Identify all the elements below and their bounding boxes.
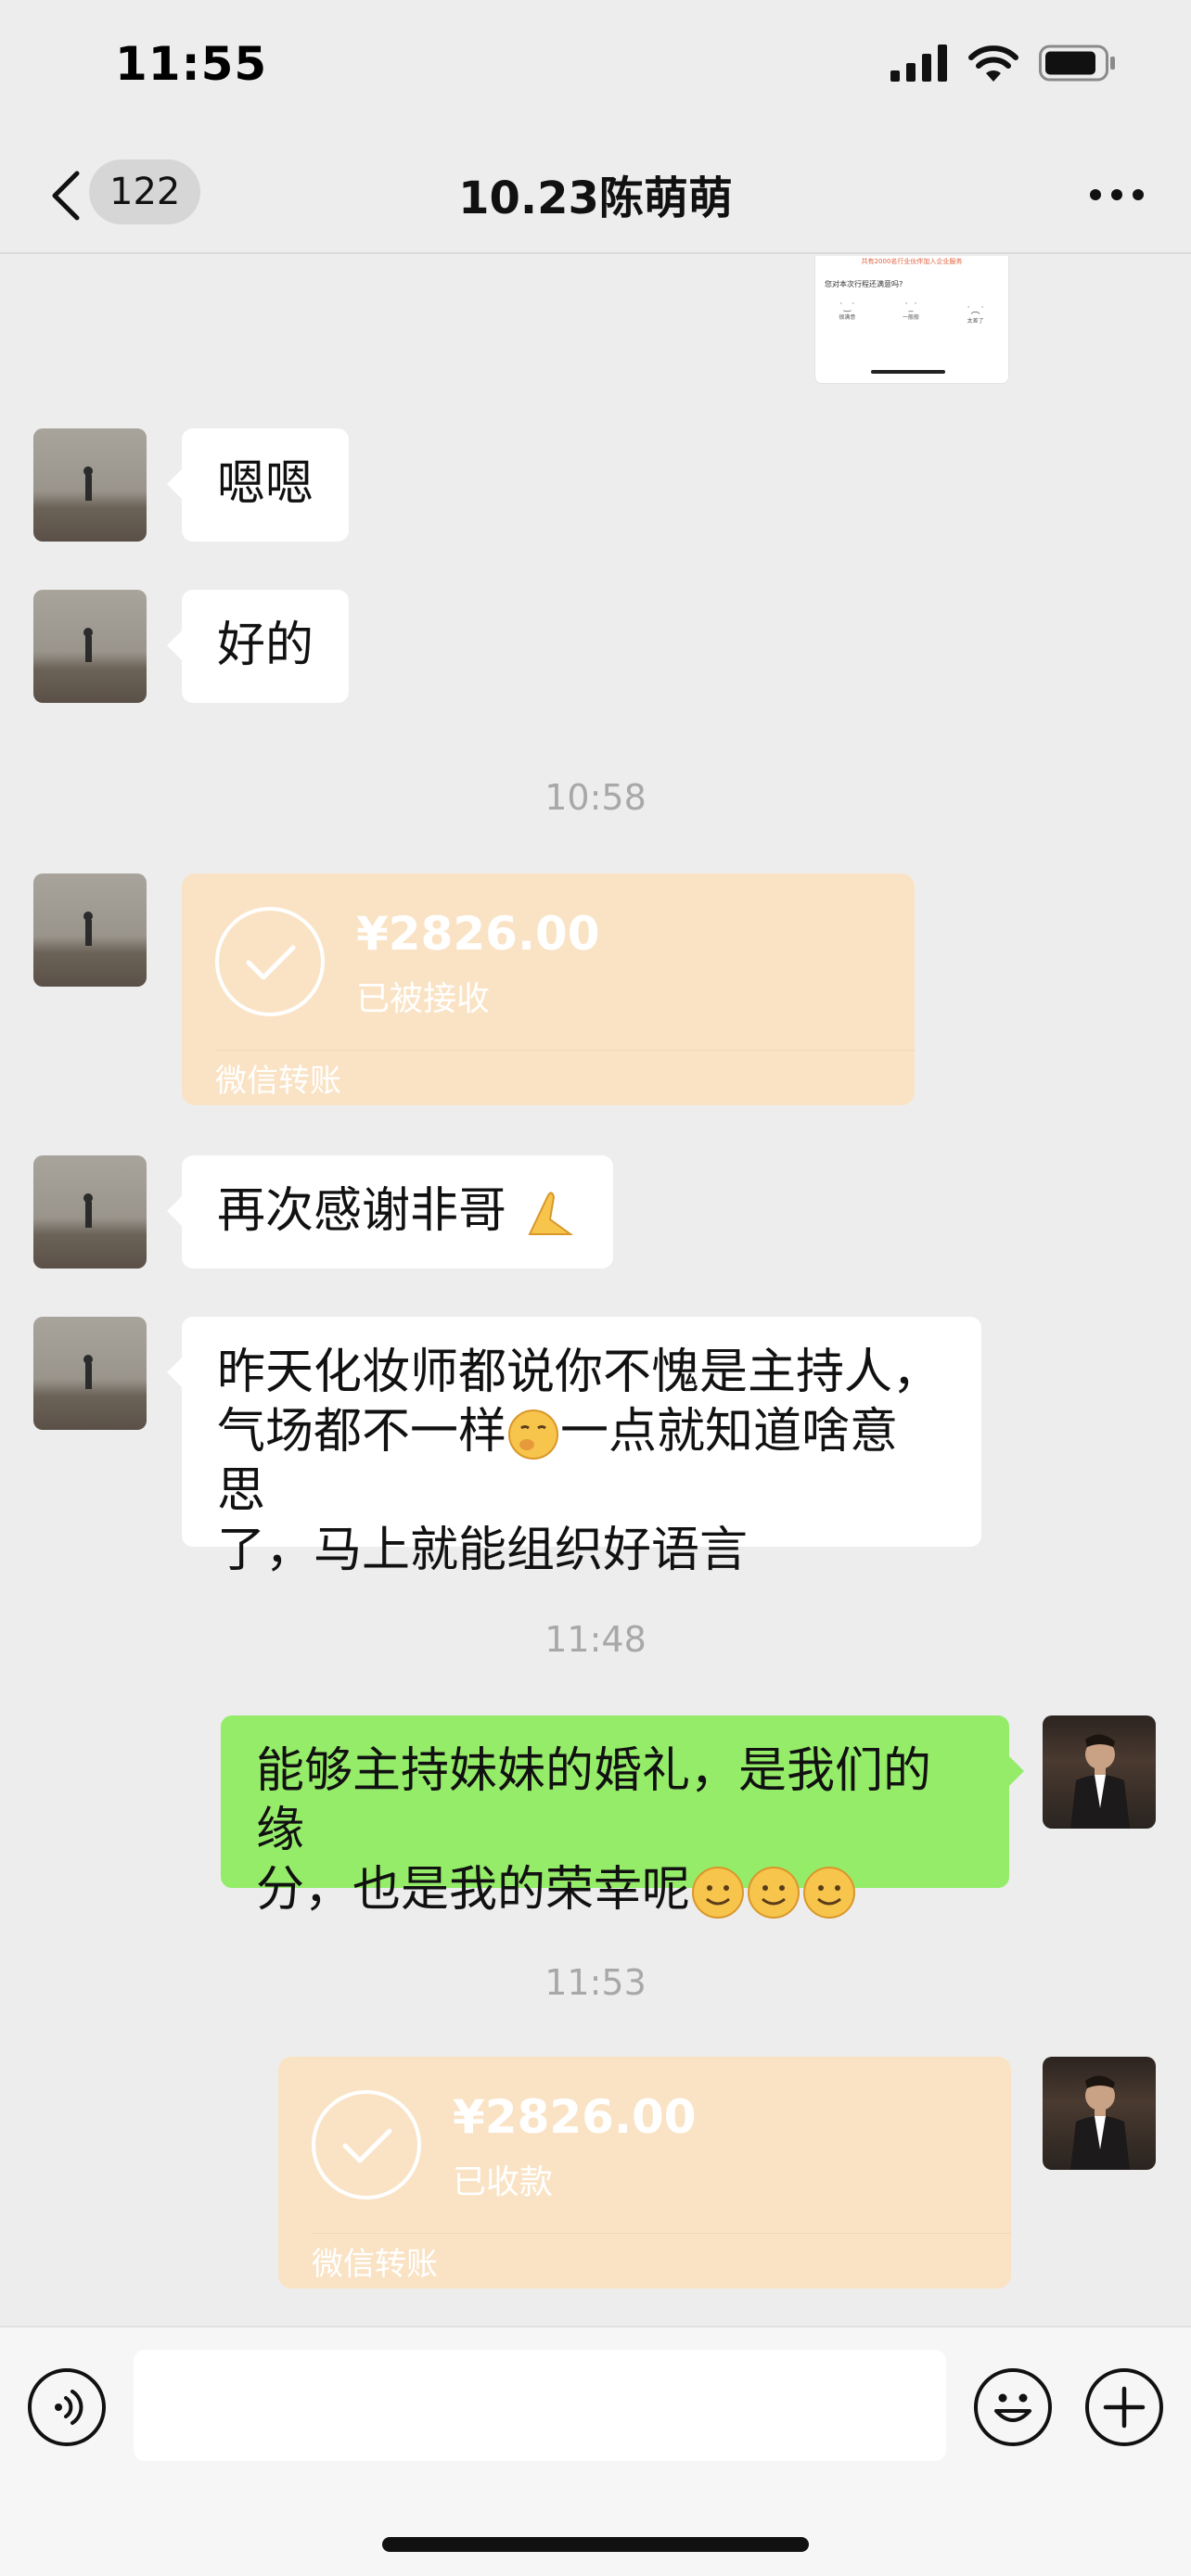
transfer-amount: ¥2826.00 xyxy=(356,907,600,961)
message-text-line: 气场都不一样 一点就知道啥意思 xyxy=(217,1402,946,1521)
nav-bar: 122 10.23陈萌萌 xyxy=(0,139,1191,254)
smiling-face-emoji-icon xyxy=(748,1867,800,1919)
message-text-line: 了，马上就能组织好语言 xyxy=(217,1523,749,1578)
yawning-face-emoji-icon xyxy=(508,1409,559,1460)
message-text: 嗯嗯 xyxy=(217,456,314,512)
smiley-icon xyxy=(994,2393,1031,2422)
my-avatar[interactable] xyxy=(1043,2057,1156,2170)
my-avatar[interactable] xyxy=(1043,1715,1156,1829)
avatar-person-icon xyxy=(1070,1734,1130,1829)
message-text-line: 昨天化妆师都说你不愧是主持人， xyxy=(217,1345,941,1400)
pray-hands-emoji-icon xyxy=(527,1192,573,1235)
status-icons xyxy=(890,45,1117,82)
contact-avatar[interactable] xyxy=(33,590,147,703)
thumbnail-header: 共有2000名行业伙伴加入企业服务 xyxy=(861,258,963,265)
thumbnail-slider-bar xyxy=(871,370,945,374)
voice-input-button[interactable] xyxy=(28,2368,106,2446)
transfer-label: 微信转账 xyxy=(215,1063,341,1100)
message-text-line: 能够主持妹妹的婚礼，是我们的缘 xyxy=(256,1743,932,1858)
smiling-face-emoji-icon xyxy=(803,1867,856,1919)
thumbnail-question: 您对本次行程还满意吗? xyxy=(825,280,903,288)
contact-avatar[interactable] xyxy=(33,1317,147,1430)
message-bubble-incoming[interactable]: 嗯嗯 xyxy=(166,428,350,542)
message-timestamp: 10:58 xyxy=(544,777,647,818)
more-actions-button[interactable] xyxy=(1085,2368,1163,2446)
transfer-label: 微信转账 xyxy=(312,2246,438,2283)
transfer-card[interactable]: ¥2826.00 已收款 微信转账 xyxy=(278,2057,1011,2289)
home-indicator xyxy=(382,2537,809,2552)
battery-icon xyxy=(1039,45,1115,82)
message-text: 再次感谢非哥 xyxy=(217,1183,507,1239)
thumbnail-options: ˙‿˙ 很满意 ˙_˙ 一般般 ˙︵˙ 太差了 xyxy=(815,302,1008,325)
more-dot-icon xyxy=(1090,189,1101,200)
voice-wave-icon xyxy=(55,2390,83,2425)
chat-title: 10.23陈萌萌 xyxy=(458,172,733,224)
contact-avatar[interactable] xyxy=(33,428,147,542)
transfer-card[interactable]: ¥2826.00 已被接收 微信转账 xyxy=(182,874,915,1105)
image-message-thumbnail[interactable]: 共有2000名行业伙伴加入企业服务 您对本次行程还满意吗? ˙‿˙ 很满意 ˙_… xyxy=(814,256,1009,384)
transfer-status: 已收款 xyxy=(453,2163,554,2201)
plus-icon xyxy=(1103,2386,1146,2429)
message-text-line: 分，也是我的荣幸呢 xyxy=(256,1860,974,1920)
transfer-status: 已被接收 xyxy=(356,980,491,1018)
avatar-figure-icon xyxy=(83,628,93,662)
message-bubble-outgoing[interactable]: 能够主持妹妹的婚礼，是我们的缘 分，也是我的荣幸呢 xyxy=(221,1715,1024,1919)
avatar-figure-icon xyxy=(83,912,93,946)
thumbnail-option: ˙‿˙ 很满意 xyxy=(839,302,856,321)
message-text-fragment: 气场都不一样 xyxy=(217,1404,507,1460)
check-circle-icon xyxy=(312,2090,421,2200)
avatar-person-icon xyxy=(1070,2075,1130,2170)
status-bar: 11:55 xyxy=(0,0,1191,139)
status-time: 11:55 xyxy=(115,37,268,91)
thumbnail-option: ˙_˙ 一般般 xyxy=(903,302,920,321)
message-input[interactable] xyxy=(134,2350,946,2461)
wifi-icon xyxy=(968,45,1018,82)
contact-avatar[interactable] xyxy=(33,874,147,987)
contact-avatar[interactable] xyxy=(33,1155,147,1269)
more-options-button[interactable] xyxy=(1080,167,1154,223)
more-dot-icon xyxy=(1133,189,1144,200)
chat-area[interactable]: 共有2000名行业伙伴加入企业服务 您对本次行程还满意吗? ˙‿˙ 很满意 ˙_… xyxy=(0,256,1191,2326)
emoji-button[interactable] xyxy=(974,2368,1052,2446)
transfer-divider xyxy=(215,1050,915,1051)
transfer-divider xyxy=(312,2233,1011,2234)
check-circle-icon xyxy=(215,907,325,1016)
transfer-amount: ¥2826.00 xyxy=(453,2090,697,2144)
smiling-face-emoji-icon xyxy=(692,1867,745,1919)
message-bubble-incoming[interactable]: 好的 xyxy=(166,590,350,703)
more-dot-icon xyxy=(1111,189,1122,200)
avatar-figure-icon xyxy=(83,1355,93,1389)
message-text: 好的 xyxy=(217,618,314,673)
message-timestamp: 11:53 xyxy=(544,1962,647,2003)
avatar-figure-icon xyxy=(83,1193,93,1228)
avatar-figure-icon xyxy=(83,466,93,501)
thumbnail-option: ˙︵˙ 太差了 xyxy=(966,306,985,325)
message-text-fragment: 分，也是我的荣幸呢 xyxy=(256,1862,691,1918)
message-bubble-incoming[interactable]: 昨天化妆师都说你不愧是主持人， 气场都不一样 一点就知道啥意思 了，马上就能组织… xyxy=(167,1317,981,1578)
cellular-signal-icon xyxy=(890,45,947,82)
message-timestamp: 11:48 xyxy=(544,1619,647,1660)
message-bubble-incoming[interactable]: 再次感谢非哥 xyxy=(167,1155,613,1269)
